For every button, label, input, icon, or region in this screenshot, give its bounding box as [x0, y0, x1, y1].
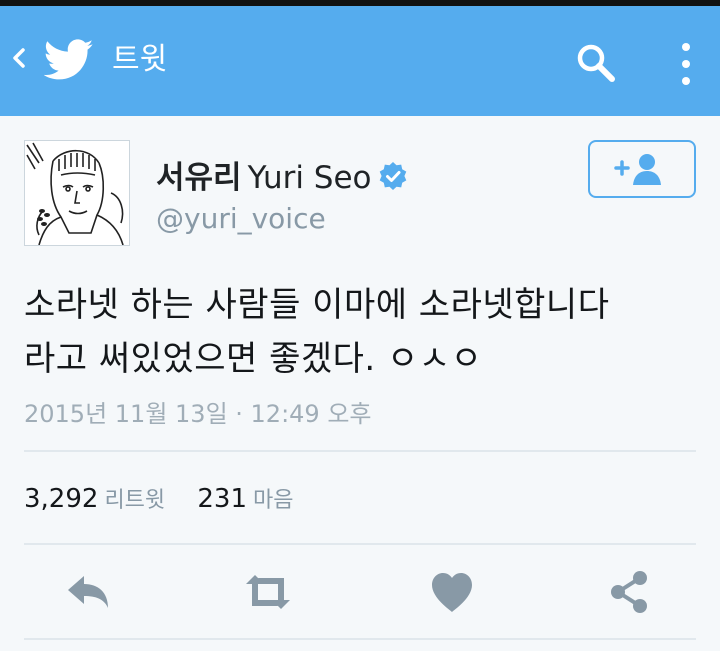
- heart-icon[interactable]: [428, 570, 476, 614]
- likes-stat[interactable]: 231 마음: [197, 484, 293, 514]
- divider: [24, 450, 696, 452]
- retweets-count: 3,292: [24, 484, 99, 514]
- divider: [24, 638, 696, 640]
- retweets-label: 리트윗: [104, 488, 166, 513]
- tweet-text-line-2: 라고 써있었으면 좋겠다. ㅇㅅㅇ: [24, 339, 483, 379]
- page-title: 트윗: [112, 42, 168, 77]
- likes-label: 마음: [253, 488, 294, 513]
- tweet-stats: 3,292 리트윗 231 마음: [24, 482, 293, 514]
- display-name[interactable]: 서유리: [156, 160, 242, 196]
- retweet-icon[interactable]: [244, 570, 292, 614]
- author-name-line[interactable]: 서유리 Yuri Seo: [156, 152, 408, 196]
- user-handle[interactable]: @yuri_voice: [156, 202, 326, 235]
- follow-button[interactable]: [588, 140, 696, 198]
- divider: [24, 543, 696, 545]
- avatar[interactable]: [24, 140, 130, 246]
- app-bar: 트윗: [0, 6, 720, 116]
- back-arrow-icon[interactable]: [12, 44, 26, 72]
- tweet-text-line-1: 소라넷 하는 사람들 이마에 소라넷합니다: [24, 285, 610, 325]
- tweet-text: 소라넷 하는 사람들 이마에 소라넷합니다 라고 써있었으면 좋겠다. ㅇㅅㅇ: [24, 278, 696, 386]
- twitter-bird-icon[interactable]: [44, 39, 94, 81]
- likes-count: 231: [197, 484, 247, 514]
- retweets-stat[interactable]: 3,292 리트윗: [24, 484, 170, 514]
- search-icon[interactable]: [574, 41, 618, 85]
- tweet-timestamp: 2015년 11월 13일 · 12:49 오후: [24, 400, 372, 428]
- latin-name[interactable]: Yuri Seo: [248, 160, 372, 196]
- add-user-icon: [614, 154, 661, 185]
- reply-icon[interactable]: [64, 570, 112, 614]
- more-vertical-icon[interactable]: [672, 40, 700, 88]
- share-icon[interactable]: [606, 570, 654, 614]
- verified-badge-icon: [379, 162, 406, 190]
